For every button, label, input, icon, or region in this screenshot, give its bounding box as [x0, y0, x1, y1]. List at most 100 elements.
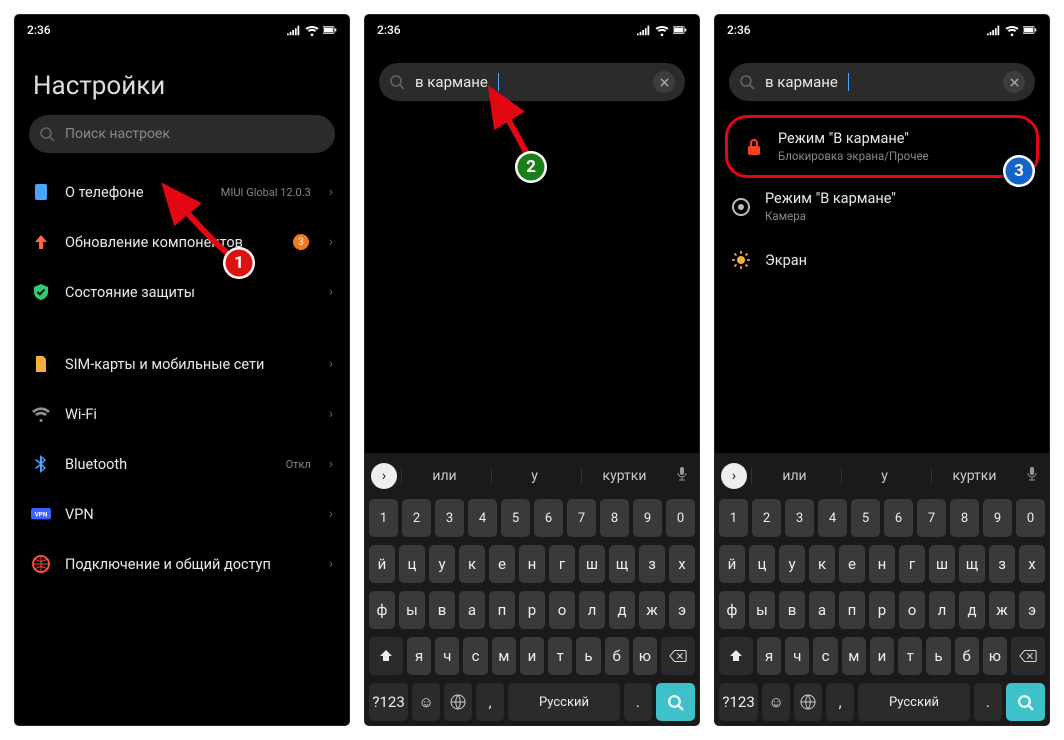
suggestion[interactable]: или	[401, 468, 487, 484]
key[interactable]: а	[809, 591, 835, 629]
emoji-key[interactable]: ☺	[412, 683, 440, 721]
key[interactable]: щ	[609, 545, 635, 583]
key[interactable]: и	[870, 637, 894, 675]
key[interactable]: 5	[851, 499, 880, 537]
mic-icon[interactable]	[671, 466, 693, 486]
key[interactable]: й	[369, 545, 395, 583]
key[interactable]: ш	[579, 545, 605, 583]
key[interactable]: й	[719, 545, 745, 583]
comma-key[interactable]: ,	[476, 683, 504, 721]
key[interactable]: ф	[369, 591, 395, 629]
search-result[interactable]: Экран	[715, 235, 1049, 285]
search-result[interactable]: Режим "В кармане"Камера	[715, 178, 1049, 235]
dot-key[interactable]: .	[974, 683, 1002, 721]
key[interactable]: з	[989, 545, 1015, 583]
key[interactable]: д	[959, 591, 985, 629]
key[interactable]: о	[549, 591, 575, 629]
key[interactable]: ю	[633, 637, 657, 675]
key[interactable]: 7	[567, 499, 596, 537]
key[interactable]: 1	[719, 499, 748, 537]
clear-button[interactable]	[653, 71, 675, 93]
settings-item[interactable]: BluetoothОткл›	[15, 439, 349, 489]
key[interactable]: ф	[719, 591, 745, 629]
key[interactable]: с	[463, 637, 487, 675]
suggestion[interactable]: у	[491, 468, 577, 484]
search-result[interactable]: Режим "В кармане"Блокировка экрана/Проче…	[725, 115, 1039, 178]
symbols-key[interactable]: ?123	[369, 683, 408, 721]
key[interactable]: х	[1019, 545, 1045, 583]
key[interactable]: у	[779, 545, 805, 583]
key[interactable]: ч	[785, 637, 809, 675]
backspace-key[interactable]	[661, 637, 695, 675]
key[interactable]: 6	[884, 499, 913, 537]
key[interactable]: х	[669, 545, 695, 583]
suggestion[interactable]: куртки	[931, 468, 1017, 484]
key[interactable]: 9	[633, 499, 662, 537]
search-key[interactable]	[1006, 683, 1045, 721]
key[interactable]: ц	[399, 545, 425, 583]
key[interactable]: р	[869, 591, 895, 629]
key[interactable]: л	[929, 591, 955, 629]
key[interactable]: 4	[468, 499, 497, 537]
key[interactable]: 2	[752, 499, 781, 537]
key[interactable]: б	[955, 637, 979, 675]
key[interactable]: я	[757, 637, 781, 675]
key[interactable]: ь	[926, 637, 950, 675]
key[interactable]: 5	[501, 499, 530, 537]
key[interactable]: и	[520, 637, 544, 675]
key[interactable]: 0	[1016, 499, 1045, 537]
key[interactable]: о	[899, 591, 925, 629]
key[interactable]: д	[609, 591, 635, 629]
expand-button[interactable]: ›	[721, 463, 747, 489]
key[interactable]: п	[839, 591, 865, 629]
key[interactable]: ч	[435, 637, 459, 675]
key[interactable]: е	[489, 545, 515, 583]
key[interactable]: 9	[983, 499, 1012, 537]
key[interactable]: ь	[576, 637, 600, 675]
suggestion[interactable]: куртки	[581, 468, 667, 484]
shift-key[interactable]	[369, 637, 403, 675]
key[interactable]: м	[842, 637, 866, 675]
suggestion[interactable]: у	[841, 468, 927, 484]
key[interactable]: 8	[600, 499, 629, 537]
key[interactable]: е	[839, 545, 865, 583]
settings-item[interactable]: Обновление компонентов3›	[15, 217, 349, 267]
key[interactable]: б	[605, 637, 629, 675]
key[interactable]: к	[459, 545, 485, 583]
key[interactable]: ш	[929, 545, 955, 583]
key[interactable]: 6	[534, 499, 563, 537]
key[interactable]: в	[779, 591, 805, 629]
key[interactable]: 4	[818, 499, 847, 537]
key[interactable]: я	[407, 637, 431, 675]
key[interactable]: п	[489, 591, 515, 629]
key[interactable]: 3	[435, 499, 464, 537]
backspace-key[interactable]	[1011, 637, 1045, 675]
shift-key[interactable]	[719, 637, 753, 675]
key[interactable]: н	[869, 545, 895, 583]
keyboard[interactable]: ›илиукуртки1234567890йцукенгшщзхфывапрол…	[715, 453, 1049, 725]
keyboard[interactable]: ›илиукуртки1234567890йцукенгшщзхфывапрол…	[365, 453, 699, 725]
expand-button[interactable]: ›	[371, 463, 397, 489]
search-input[interactable]: в кармане	[729, 63, 1035, 101]
key[interactable]: ю	[983, 637, 1007, 675]
key[interactable]: у	[429, 545, 455, 583]
key[interactable]: р	[519, 591, 545, 629]
clear-button[interactable]	[1003, 71, 1025, 93]
key[interactable]: ж	[989, 591, 1015, 629]
search-input[interactable]: Поиск настроек	[29, 115, 335, 153]
key[interactable]: э	[669, 591, 695, 629]
key[interactable]: з	[639, 545, 665, 583]
key[interactable]: 3	[785, 499, 814, 537]
search-key[interactable]	[656, 683, 695, 721]
key[interactable]: ж	[639, 591, 665, 629]
suggestion[interactable]: или	[751, 468, 837, 484]
key[interactable]: г	[549, 545, 575, 583]
key[interactable]: щ	[959, 545, 985, 583]
key[interactable]: л	[579, 591, 605, 629]
key[interactable]: м	[492, 637, 516, 675]
key[interactable]: ц	[749, 545, 775, 583]
space-key[interactable]: Русский	[858, 683, 970, 721]
key[interactable]: с	[813, 637, 837, 675]
settings-item[interactable]: Состояние защиты›	[15, 267, 349, 317]
key[interactable]: г	[899, 545, 925, 583]
